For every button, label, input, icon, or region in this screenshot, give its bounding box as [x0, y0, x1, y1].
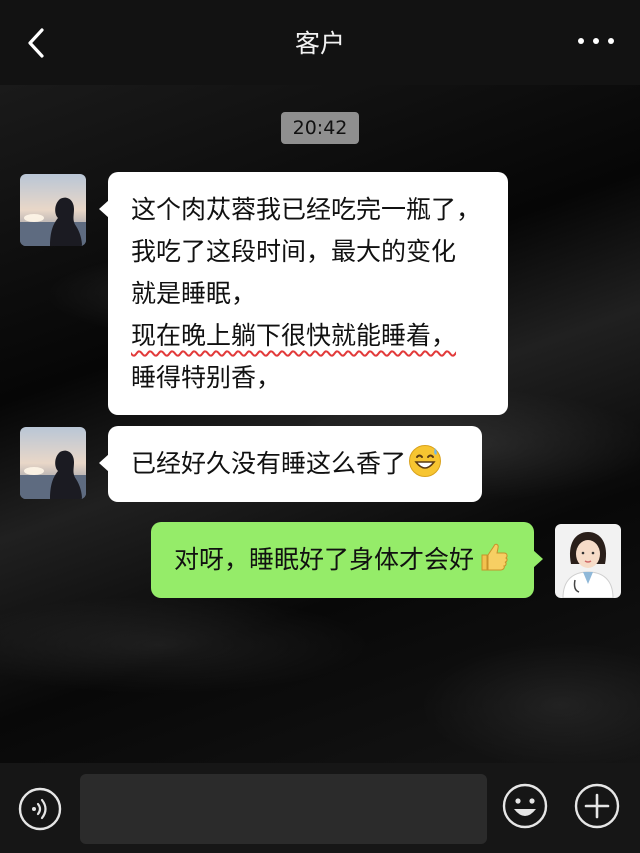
- message-line: 这个肉苁蓉我已经吃完一瓶了，: [131, 195, 482, 224]
- message-bubble-sent[interactable]: 对呀，睡眠好了身体才会好: [151, 522, 543, 598]
- message-input[interactable]: [80, 774, 487, 844]
- more-dots-icon[interactable]: [578, 34, 614, 48]
- bubble-tail: [533, 550, 543, 568]
- message-bubble-received[interactable]: 已经好久没有睡这么香了: [99, 426, 482, 502]
- doctor-avatar[interactable]: [555, 524, 621, 598]
- message-text: 对呀，睡眠好了身体才会好: [174, 545, 475, 574]
- more-actions-plus-icon[interactable]: [574, 783, 620, 829]
- voice-input-icon[interactable]: [18, 787, 62, 831]
- bubble-tail: [99, 454, 109, 472]
- contact-avatar[interactable]: [20, 174, 86, 246]
- timestamp: 20:42: [281, 112, 359, 144]
- message-line: 我吃了这段时间，最大的变化: [131, 237, 457, 266]
- sunset-silhouette-avatar-icon: [20, 174, 86, 246]
- composer-bar: [0, 763, 640, 853]
- message-line: 就是睡眠，: [131, 279, 257, 308]
- grinning-sweat-emoji-icon: [409, 445, 442, 477]
- top-bar: 客户: [0, 0, 640, 85]
- contact-avatar[interactable]: [20, 427, 86, 499]
- doctor-avatar-icon: [555, 524, 621, 598]
- emoji-picker-icon[interactable]: [502, 783, 548, 829]
- bubble-tail: [99, 200, 109, 218]
- sunset-silhouette-avatar-icon: [20, 427, 86, 499]
- message-line-underlined: 现在晚上躺下很快就能睡着，: [131, 315, 486, 357]
- chat-title: 客户: [294, 29, 345, 58]
- message-line: 睡得特别香，: [131, 363, 282, 392]
- thumbs-up-emoji-icon: [481, 543, 508, 571]
- message-bubble-received[interactable]: 这个肉苁蓉我已经吃完一瓶了， 我吃了这段时间，最大的变化 就是睡眠， 现在晚上躺…: [99, 172, 508, 415]
- wavy-underline-text: 现在晚上躺下很快就能睡着，: [131, 321, 457, 350]
- message-text: 已经好久没有睡这么香了: [131, 449, 407, 478]
